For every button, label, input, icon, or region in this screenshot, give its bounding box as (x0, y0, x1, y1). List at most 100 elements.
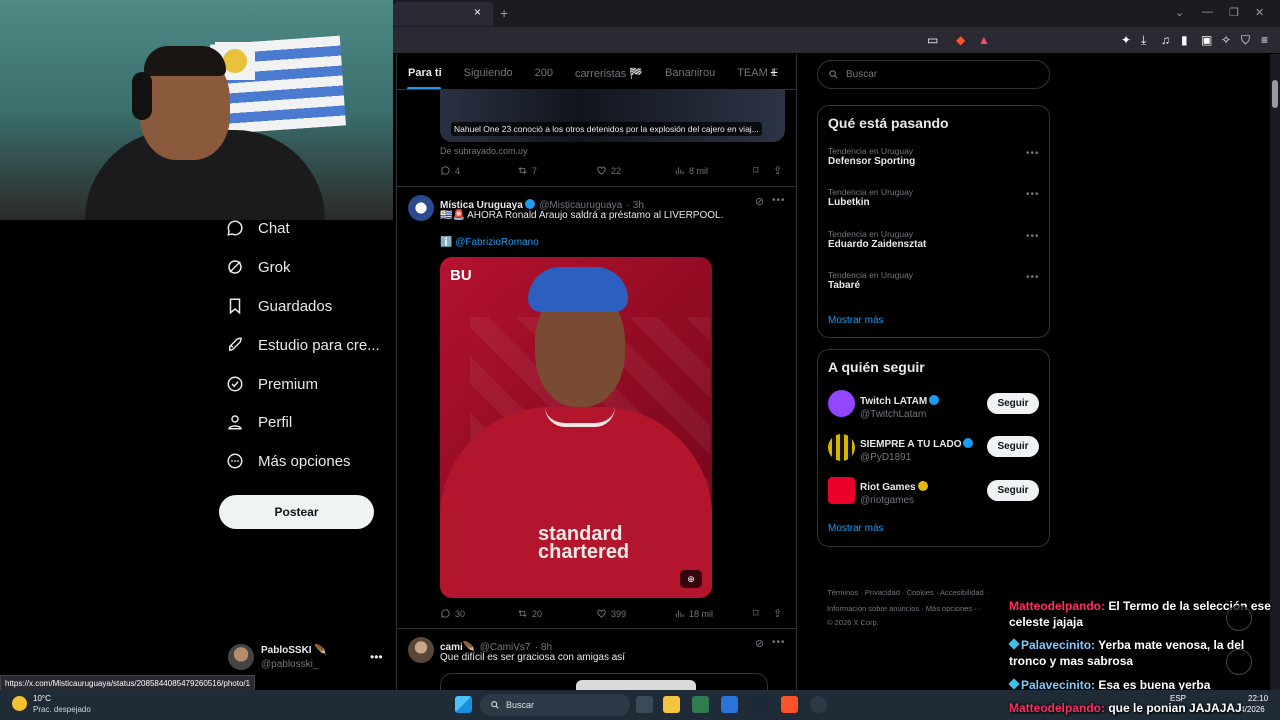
nav-item-label: Premium (258, 375, 319, 393)
address-bar[interactable] (393, 27, 1280, 53)
avatar (228, 644, 254, 670)
share-icon[interactable]: ⇪ (773, 607, 782, 620)
share-icon[interactable]: ⇪ (773, 164, 782, 177)
follow-item[interactable]: Twitch LATAM @TwitchLatam (860, 391, 940, 420)
link-source[interactable]: De subrayado.com.uy (440, 146, 528, 156)
tab-carreristas[interactable]: carreristas 🏁 (564, 67, 654, 80)
music-icon[interactable]: ♫ (1161, 33, 1170, 47)
who-to-follow-title: A quién seguir (828, 359, 925, 375)
avatar[interactable] (828, 390, 855, 417)
tab-close-icon[interactable]: × (474, 5, 481, 19)
trend-more-icon[interactable]: ••• (1026, 148, 1040, 159)
tweet-photo[interactable]: BU standard chartered ⊕ (440, 257, 712, 598)
add-tab-icon[interactable]: + (770, 64, 778, 80)
steam-icon[interactable] (751, 696, 768, 713)
like-count: 22 (611, 165, 622, 176)
grok-icon[interactable]: ⊘ (755, 637, 764, 650)
close-window-icon[interactable]: ✕ (1255, 6, 1264, 19)
nav-item-perfil[interactable]: Perfil (226, 408, 292, 436)
weather-icon[interactable] (12, 696, 27, 711)
nav-item-label: Chat (258, 219, 290, 237)
download-icon[interactable]: ⤓ (1141, 33, 1146, 48)
messages-overlay-icon[interactable] (1226, 649, 1252, 675)
grok-image-icon[interactable]: ⊕ (680, 570, 702, 588)
taskbar-search[interactable]: Buscar (480, 694, 630, 716)
brave-browser-icon[interactable] (781, 696, 798, 713)
tab-200[interactable]: 200 (524, 67, 564, 79)
menu-icon[interactable]: ≡ (1261, 33, 1268, 47)
nav-item-chat[interactable]: Chat (226, 214, 290, 242)
footer-links[interactable]: Términos · Privacidad · Cookies · Accesi… (827, 588, 988, 597)
follow-button[interactable]: Seguir (987, 393, 1039, 414)
task-view-icon[interactable] (636, 696, 653, 713)
follow-button[interactable]: Seguir (987, 480, 1039, 501)
search-input[interactable]: Buscar (817, 60, 1050, 89)
rewards-icon[interactable]: ▲ (978, 33, 990, 47)
grok-icon (228, 260, 242, 274)
tweet-more-icon[interactable]: ••• (772, 195, 786, 206)
repost-button[interactable]: 7 (517, 165, 537, 176)
avatar[interactable] (828, 434, 855, 461)
nav-item-estudio[interactable]: Estudio para cre... (226, 331, 380, 359)
tweet-more-icon[interactable]: ••• (772, 637, 786, 648)
store-icon[interactable] (692, 696, 709, 713)
divider (397, 186, 796, 187)
tab-list-icon[interactable]: ⌄ (1175, 6, 1184, 19)
bookmark-tweet-icon[interactable]: ⌑ (753, 164, 759, 177)
wallet-icon[interactable]: ▣ (1201, 33, 1212, 47)
follow-button[interactable]: Seguir (987, 436, 1039, 457)
reply-button[interactable]: 4 (440, 165, 460, 176)
brave-shield-icon[interactable]: ◆ (956, 33, 965, 47)
tab-siguiendo[interactable]: Siguiendo (453, 67, 524, 79)
file-explorer-icon[interactable] (663, 696, 680, 713)
trend-name: Lubetkin (828, 197, 870, 208)
avatar[interactable] (408, 195, 434, 221)
mail-icon[interactable] (721, 696, 738, 713)
avatar[interactable] (828, 477, 855, 504)
mention-link[interactable]: ℹ️ @FabrizioRomano (440, 237, 539, 248)
bookmark-tweet-icon[interactable]: ⌑ (753, 607, 759, 620)
trend-item[interactable]: Tendencia en Uruguay Tabaré (828, 270, 913, 291)
nav-item-grok[interactable]: Grok (226, 253, 291, 281)
post-button[interactable]: Postear (219, 495, 374, 529)
maximize-icon[interactable]: ❐ (1229, 6, 1239, 19)
tab-team-e[interactable]: TEAM E (726, 67, 789, 79)
trend-more-icon[interactable]: ••• (1026, 189, 1040, 200)
reader-icon[interactable]: ▭ (927, 33, 938, 47)
trend-more-icon[interactable]: ••• (1026, 231, 1040, 242)
grok-overlay-icon[interactable] (1226, 605, 1252, 631)
tab-para-ti[interactable]: Para ti (397, 67, 453, 79)
tab-bananirou[interactable]: Bananirou (654, 67, 726, 79)
sidebar-icon[interactable]: ▮ (1181, 33, 1188, 47)
show-more-trends-link[interactable]: Mostrar más (828, 315, 884, 326)
grok-icon[interactable]: ⊘ (755, 195, 764, 208)
trend-item[interactable]: Tendencia en Uruguay Lubetkin (828, 187, 913, 208)
repost-button[interactable]: 20 (517, 608, 542, 619)
reply-button[interactable]: 30 (440, 608, 465, 619)
show-more-follow-link[interactable]: Mostrar más (828, 523, 884, 534)
like-button[interactable]: 399 (596, 608, 626, 619)
nav-item-premium[interactable]: Premium (226, 370, 318, 398)
scrollbar-thumb[interactable] (1272, 80, 1278, 108)
follow-item[interactable]: SIEMPRE A TU LADO @PyD1891 (860, 434, 974, 463)
views-button[interactable]: 18 mil (674, 608, 713, 619)
leo-icon[interactable]: ✧ (1221, 33, 1231, 47)
follow-item[interactable]: Riot Games @riotgames (860, 477, 928, 506)
obs-icon[interactable] (810, 696, 827, 713)
vpn-icon[interactable]: ⛉ (1241, 33, 1250, 48)
extensions-icon[interactable]: ✦ (1121, 33, 1131, 47)
windows-start-icon[interactable] (455, 696, 472, 713)
trend-item[interactable]: Tendencia en Uruguay Eduardo Zaidensztat (828, 229, 926, 250)
minimize-icon[interactable]: — (1202, 6, 1213, 18)
new-tab-icon[interactable]: + (500, 5, 508, 21)
follow-name: Riot Games (860, 482, 916, 493)
views-button[interactable]: 8 mil (674, 165, 708, 176)
footer-links[interactable]: Información sobre anuncios · Más opcione… (827, 604, 982, 613)
account-more-icon[interactable]: ••• (370, 650, 383, 664)
like-button[interactable]: 22 (596, 165, 621, 176)
trend-item[interactable]: Tendencia en Uruguay Defensor Sporting (828, 146, 915, 167)
trend-more-icon[interactable]: ••• (1026, 272, 1040, 283)
avatar[interactable] (408, 637, 434, 663)
nav-item-mas-opciones[interactable]: Más opciones (226, 447, 351, 475)
nav-item-guardados[interactable]: Guardados (226, 292, 332, 320)
